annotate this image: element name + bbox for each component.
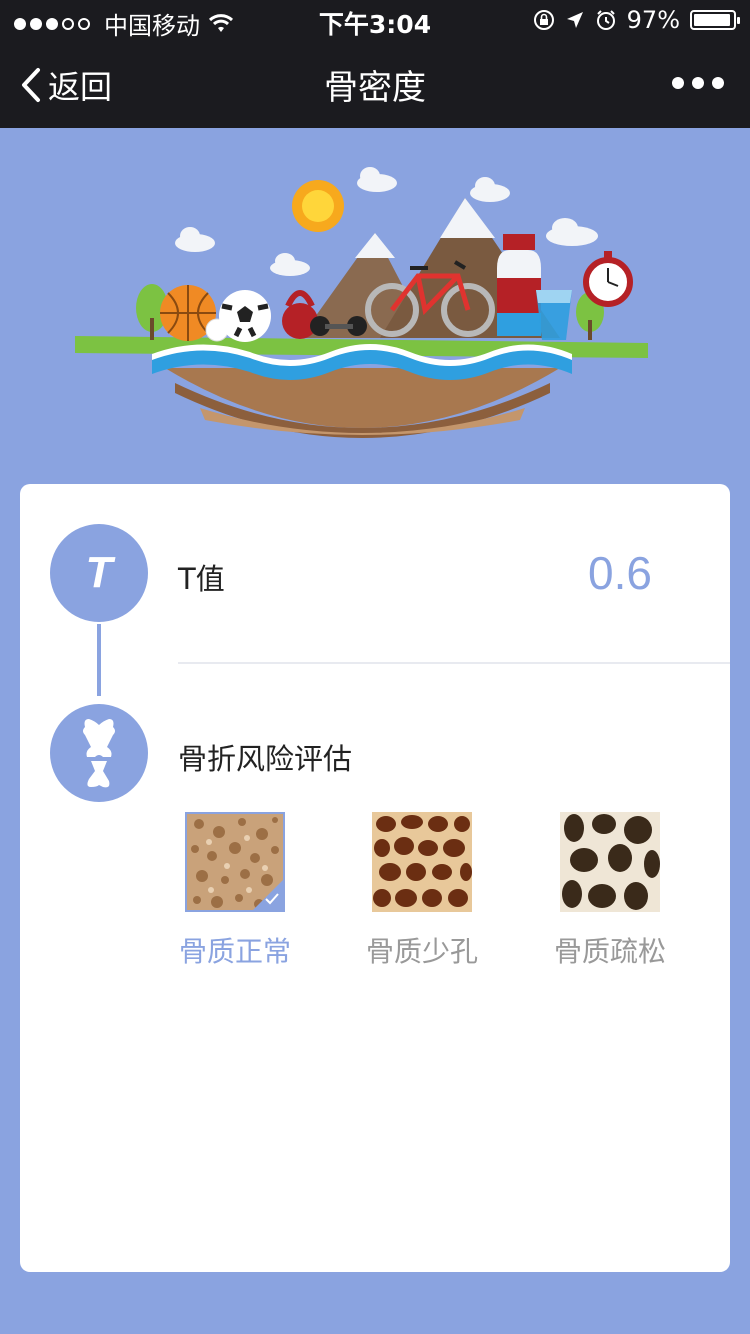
battery-percent: 97% bbox=[626, 6, 680, 34]
t-score-value: 0.6 bbox=[588, 547, 652, 599]
divider bbox=[178, 662, 730, 664]
option-label: 骨质正常 bbox=[178, 935, 291, 968]
bone-texture-osteopenia bbox=[372, 812, 472, 912]
more-dot bbox=[692, 77, 704, 89]
option-osteopenia[interactable]: 骨质少孔 bbox=[357, 812, 487, 970]
t-score-badge: T bbox=[50, 524, 148, 622]
sun-icon bbox=[292, 180, 344, 232]
battery-icon bbox=[690, 10, 740, 30]
option-normal-bone[interactable]: 骨质正常 bbox=[170, 812, 300, 970]
option-osteoporosis[interactable]: 骨质疏松 bbox=[545, 812, 675, 970]
more-dot bbox=[672, 77, 684, 89]
checkmark-icon bbox=[265, 893, 279, 905]
timeline-connector bbox=[97, 624, 101, 696]
status-right: 97% bbox=[533, 6, 740, 34]
location-icon bbox=[566, 12, 583, 28]
option-label: 骨质疏松 bbox=[553, 935, 666, 968]
status-bar: 中国移动 下午3:04 97% bbox=[0, 0, 750, 40]
bone-joint-icon bbox=[50, 704, 148, 802]
stopwatch-icon bbox=[583, 251, 633, 307]
soccer-ball-icon bbox=[219, 290, 271, 342]
rotation-lock-icon bbox=[533, 10, 554, 30]
more-dot bbox=[712, 77, 724, 89]
bone-texture-osteoporosis bbox=[560, 812, 660, 912]
page-title: 骨密度 bbox=[324, 68, 426, 108]
sports-illustration bbox=[75, 167, 648, 438]
alarm-icon bbox=[596, 10, 615, 30]
nav-bar: 返回 骨密度 bbox=[0, 40, 750, 128]
result-card: T T值 0.6 骨折风险评估 骨质正常 骨质少孔 骨质疏松 bbox=[20, 484, 730, 1272]
bone-texture-normal bbox=[185, 812, 285, 912]
t-score-label: T值 bbox=[178, 562, 225, 596]
risk-assessment-title: 骨折风险评估 bbox=[178, 742, 353, 776]
more-menu-button[interactable] bbox=[672, 77, 724, 89]
option-label: 骨质少孔 bbox=[365, 935, 478, 968]
water-bottle-icon bbox=[497, 234, 541, 336]
